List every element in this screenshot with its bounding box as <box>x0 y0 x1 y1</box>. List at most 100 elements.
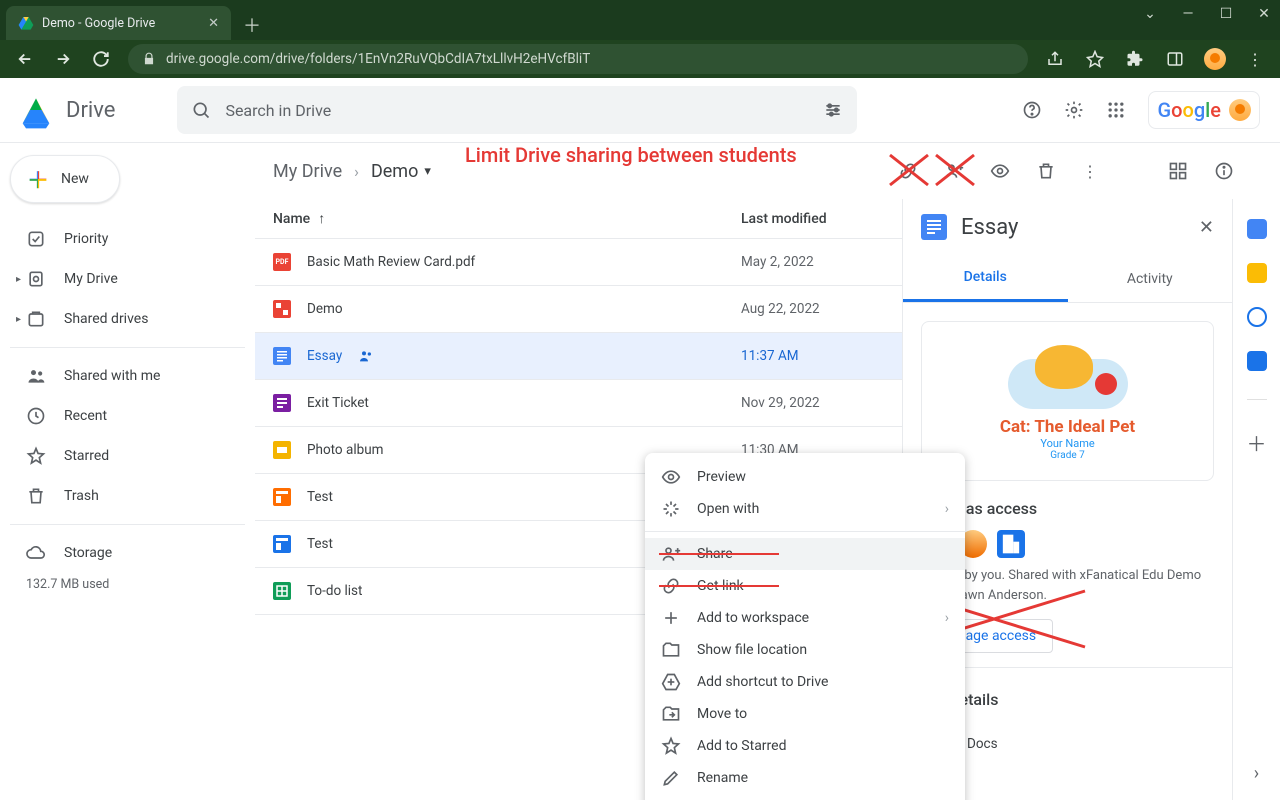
sidebar-item-starred[interactable]: Starred <box>10 436 245 476</box>
calendar-rail-icon[interactable] <box>1247 219 1267 239</box>
drive-header: Drive Search in Drive Google <box>0 78 1280 142</box>
extensions-icon[interactable] <box>1124 48 1146 70</box>
new-tab-button[interactable]: ＋ <box>237 10 267 40</box>
column-modified[interactable]: Last modified <box>741 211 827 227</box>
url-text: drive.google.com/drive/folders/1EnVn2RuV… <box>166 51 590 67</box>
tasks-rail-icon[interactable] <box>1247 307 1267 327</box>
url-bar[interactable]: drive.google.com/drive/folders/1EnVn2RuV… <box>128 44 1028 74</box>
sidebar-item-storage[interactable]: Storage <box>10 533 245 573</box>
breadcrumb-root[interactable]: My Drive <box>273 161 342 182</box>
chevron-right-icon: › <box>354 162 359 181</box>
forward-icon[interactable] <box>52 48 74 70</box>
sidebar-item-sharedwithme[interactable]: Shared with me <box>10 356 245 396</box>
menu-show-location[interactable]: Show file location <box>645 634 965 666</box>
file-name: Test <box>307 489 333 505</box>
chrome-menu-icon[interactable]: ⋮ <box>1244 48 1266 70</box>
account-avatar-icon <box>1229 99 1251 121</box>
preview-toolbar-icon[interactable] <box>990 161 1010 181</box>
menu-add-workspace[interactable]: Add to workspace› <box>645 602 965 634</box>
sidebar-item-recent[interactable]: Recent <box>10 396 245 436</box>
contacts-rail-icon[interactable] <box>1247 351 1267 371</box>
shared-icon <box>358 348 374 364</box>
plus-icon: ＋ <box>27 163 49 195</box>
column-name[interactable]: Name ↑ <box>273 210 741 227</box>
menu-share[interactable]: Share <box>645 538 965 570</box>
window-controls: ⌄ — ☐ ✕ <box>1140 6 1274 22</box>
sidebar-item-mydrive[interactable]: ▸My Drive <box>10 259 245 299</box>
file-name: To-do list <box>307 583 362 599</box>
file-row-selected[interactable]: Essay 11:37 AM <box>255 333 902 380</box>
chevron-down-icon[interactable]: ⌄ <box>1140 6 1160 22</box>
menu-add-shortcut[interactable]: Add shortcut to Drive <box>645 666 965 698</box>
sidebar-item-shareddrives[interactable]: ▸Shared drives <box>10 299 245 339</box>
account-chip[interactable]: Google <box>1148 91 1260 129</box>
sidebar-item-label: Starred <box>64 448 109 464</box>
info-toolbar-icon[interactable] <box>1214 161 1234 181</box>
sort-arrow-icon: ↑ <box>318 210 325 227</box>
chevron-down-icon: ▾ <box>424 164 431 179</box>
star-icon[interactable] <box>1084 48 1106 70</box>
share-toolbar-icon[interactable] <box>944 161 964 181</box>
file-icon <box>273 300 291 318</box>
apps-grid-icon[interactable] <box>1106 100 1126 120</box>
tab-activity[interactable]: Activity <box>1068 255 1233 302</box>
tab-title: Demo - Google Drive <box>42 16 155 31</box>
google-logo: Google <box>1157 98 1221 122</box>
menu-rename[interactable]: Rename <box>645 762 965 794</box>
maximize-icon[interactable]: ☐ <box>1216 6 1236 22</box>
help-icon[interactable] <box>1022 100 1042 120</box>
breadcrumb-current[interactable]: Demo ▾ <box>371 161 431 182</box>
profile-avatar-icon[interactable] <box>1204 48 1226 70</box>
details-title: Essay <box>961 215 1185 240</box>
menu-move-to[interactable]: Move to <box>645 698 965 730</box>
new-label: New <box>61 171 89 187</box>
file-row[interactable]: Demo Aug 22, 2022 <box>255 286 902 333</box>
grid-view-icon[interactable] <box>1168 161 1188 181</box>
col-name-label: Name <box>273 211 310 227</box>
preview-thumbnail[interactable]: Cat: The Ideal Pet Your Name Grade 7 <box>921 321 1214 481</box>
preview-author: Your Name <box>1040 437 1094 450</box>
sidebar-item-trash[interactable]: Trash <box>10 476 245 516</box>
tab-details[interactable]: Details <box>903 255 1068 302</box>
get-link-toolbar-icon[interactable] <box>898 161 918 181</box>
keep-rail-icon[interactable] <box>1247 263 1267 283</box>
new-button[interactable]: ＋ New <box>10 155 120 203</box>
settings-icon[interactable] <box>1064 100 1084 120</box>
menu-preview[interactable]: Preview <box>645 461 965 493</box>
annotation-text: Limit Drive sharing between students <box>465 143 797 167</box>
file-modified: 11:37 AM <box>741 348 799 364</box>
file-row[interactable]: PDFBasic Math Review Card.pdf May 2, 202… <box>255 239 902 286</box>
menu-add-starred[interactable]: Add to Starred <box>645 730 965 762</box>
back-icon[interactable] <box>14 48 36 70</box>
close-window-icon[interactable]: ✕ <box>1254 6 1274 22</box>
side-panel-icon[interactable] <box>1164 48 1186 70</box>
delete-toolbar-icon[interactable] <box>1036 161 1056 181</box>
annotation-strikethrough <box>659 553 779 555</box>
file-row[interactable]: Exit Ticket Nov 29, 2022 <box>255 380 902 427</box>
reload-icon[interactable] <box>90 48 112 70</box>
close-details-icon[interactable]: ✕ <box>1199 217 1214 238</box>
add-rail-icon[interactable]: ＋ <box>1247 428 1267 457</box>
close-tab-icon[interactable]: ✕ <box>208 16 219 31</box>
menu-open-with[interactable]: Open with› <box>645 493 965 525</box>
sidebar-item-label: Recent <box>64 408 107 424</box>
search-input[interactable]: Search in Drive <box>177 86 857 134</box>
menu-label: Add to workspace <box>697 610 809 626</box>
browser-tab[interactable]: Demo - Google Drive ✕ <box>6 6 231 40</box>
more-toolbar-icon[interactable]: ⋮ <box>1082 162 1098 181</box>
sidebar-item-label: Trash <box>64 488 99 504</box>
menu-label: Open with <box>697 501 759 517</box>
menu-get-link[interactable]: Get link <box>645 570 965 602</box>
share-url-icon[interactable] <box>1044 48 1066 70</box>
menu-label: Add shortcut to Drive <box>697 674 828 690</box>
expand-rail-icon[interactable]: › <box>1254 763 1259 784</box>
file-name: Basic Math Review Card.pdf <box>307 254 475 270</box>
sidebar-item-priority[interactable]: Priority <box>10 219 245 259</box>
file-modified: May 2, 2022 <box>741 254 814 270</box>
minimize-icon[interactable]: — <box>1178 6 1198 22</box>
search-options-icon[interactable] <box>823 100 843 120</box>
expand-icon[interactable]: ▸ <box>16 274 21 285</box>
slides-icon <box>273 441 291 459</box>
browser-chrome: Demo - Google Drive ✕ ＋ ⌄ — ☐ ✕ drive.go… <box>0 0 1280 78</box>
expand-icon[interactable]: ▸ <box>16 314 21 325</box>
